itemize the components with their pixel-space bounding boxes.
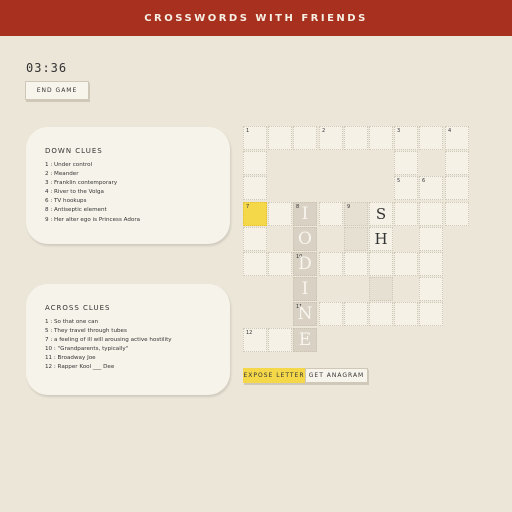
cell-number: 4 xyxy=(448,128,452,134)
expose-letter-button[interactable]: EXPOSE LETTER xyxy=(243,368,305,383)
across-clue[interactable]: 10 : "Grandparents, typically" xyxy=(45,345,172,354)
cell-letter: E xyxy=(298,330,312,350)
grid-cell[interactable]: 7 xyxy=(243,202,267,226)
grid-cell[interactable] xyxy=(344,227,368,251)
grid-cell[interactable] xyxy=(369,252,393,276)
grid-cell[interactable] xyxy=(394,302,418,326)
grid-cell[interactable] xyxy=(419,126,443,150)
across-clues-panel: ACROSS CLUES 1 : So that one can 5 : The… xyxy=(26,284,230,395)
grid-cell[interactable] xyxy=(394,151,418,175)
grid-cell[interactable] xyxy=(344,252,368,276)
cell-number: 9 xyxy=(347,204,351,210)
grid-cell[interactable]: 6 xyxy=(419,176,443,200)
grid-cell[interactable]: S xyxy=(369,202,393,226)
cell-number: 2 xyxy=(322,128,326,134)
down-clue[interactable]: 3 : Franklin contemporary xyxy=(45,179,140,188)
cell-number: 6 xyxy=(422,178,426,184)
grid-cell[interactable] xyxy=(268,126,292,150)
grid-cell[interactable] xyxy=(293,126,317,150)
grid-cell[interactable]: 8I xyxy=(293,202,317,226)
down-clue[interactable]: 9 : Her alter ego is Princess Adora xyxy=(45,216,140,225)
grid-cell[interactable]: 5 xyxy=(394,176,418,200)
grid-cell[interactable]: 3 xyxy=(394,126,418,150)
grid-cell[interactable]: O xyxy=(293,227,317,251)
across-clue[interactable]: 5 : They travel through tubes xyxy=(45,327,172,336)
down-clue[interactable]: 1 : Under control xyxy=(45,161,140,170)
grid-cell[interactable] xyxy=(369,126,393,150)
down-clues-list: 1 : Under control 2 : Meander 3 : Frankl… xyxy=(45,161,140,225)
grid-cell[interactable] xyxy=(445,176,469,200)
grid-cell[interactable]: 2 xyxy=(319,126,343,150)
grid-cell[interactable]: E xyxy=(293,328,317,352)
across-clues-heading: ACROSS CLUES xyxy=(45,304,111,312)
grid-cell[interactable] xyxy=(445,202,469,226)
cell-letter: I xyxy=(301,204,309,224)
cell-letter: N xyxy=(297,304,313,324)
grid-cell[interactable] xyxy=(419,302,443,326)
grid-cell[interactable] xyxy=(394,202,418,226)
grid-cell[interactable] xyxy=(319,252,343,276)
grid-cell[interactable] xyxy=(268,202,292,226)
grid-cell[interactable]: 4 xyxy=(445,126,469,150)
cell-number: 3 xyxy=(397,128,401,134)
grid-cell[interactable] xyxy=(445,151,469,175)
grid-cell[interactable] xyxy=(419,227,443,251)
cell-letter: D xyxy=(298,254,312,274)
down-clue[interactable]: 2 : Meander xyxy=(45,170,140,179)
grid-cell[interactable] xyxy=(243,151,267,175)
grid-cell[interactable] xyxy=(268,328,292,352)
cell-number: 5 xyxy=(397,178,401,184)
cell-number: 1 xyxy=(246,128,250,134)
end-game-button[interactable]: END GAME xyxy=(25,81,89,100)
cell-number: 7 xyxy=(246,204,250,210)
down-clue[interactable]: 8 : Antiseptic element xyxy=(45,206,140,215)
grid-cell[interactable] xyxy=(243,176,267,200)
grid-cell[interactable]: 12 xyxy=(243,328,267,352)
across-clue[interactable]: 12 : Rapper Kool ___ Dee xyxy=(45,363,172,372)
grid-cell[interactable] xyxy=(419,202,443,226)
get-anagram-button[interactable]: GET ANAGRAM xyxy=(305,368,368,383)
down-clue[interactable]: 4 : River to the Volga xyxy=(45,188,140,197)
grid-cell[interactable] xyxy=(268,252,292,276)
crossword-grid: 1 2 3 4 5 6 7 8 I 9 S O H 10 D I 11 N 12 E xyxy=(243,126,470,357)
grid-cell[interactable] xyxy=(394,252,418,276)
grid-cell[interactable] xyxy=(419,252,443,276)
down-clue[interactable]: 6 : TV hookups xyxy=(45,197,140,206)
across-clues-list: 1 : So that one can 5 : They travel thro… xyxy=(45,318,172,373)
down-clues-heading: DOWN CLUES xyxy=(45,147,103,155)
cell-letter: I xyxy=(301,279,309,299)
header-bar: CROSSWORDS WITH FRIENDS xyxy=(0,0,512,36)
cell-letter: H xyxy=(374,230,388,248)
grid-cell[interactable]: 11 N xyxy=(293,302,317,326)
cell-number: 12 xyxy=(246,330,253,336)
grid-cell[interactable]: H xyxy=(369,227,393,251)
grid-cell[interactable] xyxy=(243,252,267,276)
app-title: CROSSWORDS WITH FRIENDS xyxy=(144,12,368,24)
cell-letter: O xyxy=(298,229,312,249)
grid-cell[interactable] xyxy=(369,302,393,326)
grid-cell[interactable]: 1 xyxy=(243,126,267,150)
grid-cell[interactable]: 9 xyxy=(344,202,368,226)
grid-cell[interactable] xyxy=(369,277,393,301)
grid-cell[interactable] xyxy=(243,227,267,251)
game-timer: 03:36 xyxy=(26,61,68,75)
grid-cell[interactable] xyxy=(344,302,368,326)
down-clues-panel: DOWN CLUES 1 : Under control 2 : Meander… xyxy=(26,127,230,244)
grid-cell[interactable] xyxy=(319,302,343,326)
grid-cell[interactable] xyxy=(319,202,343,226)
across-clue[interactable]: 1 : So that one can xyxy=(45,318,172,327)
across-clue[interactable]: 7 : a feeling of ill will arousing activ… xyxy=(45,336,172,345)
grid-cell[interactable]: 10 D xyxy=(293,252,317,276)
cell-letter: S xyxy=(375,205,387,223)
grid-cell[interactable] xyxy=(419,277,443,301)
grid-cell[interactable] xyxy=(344,126,368,150)
grid-cell[interactable]: I xyxy=(293,277,317,301)
across-clue[interactable]: 11 : Broadway Joe xyxy=(45,354,172,363)
